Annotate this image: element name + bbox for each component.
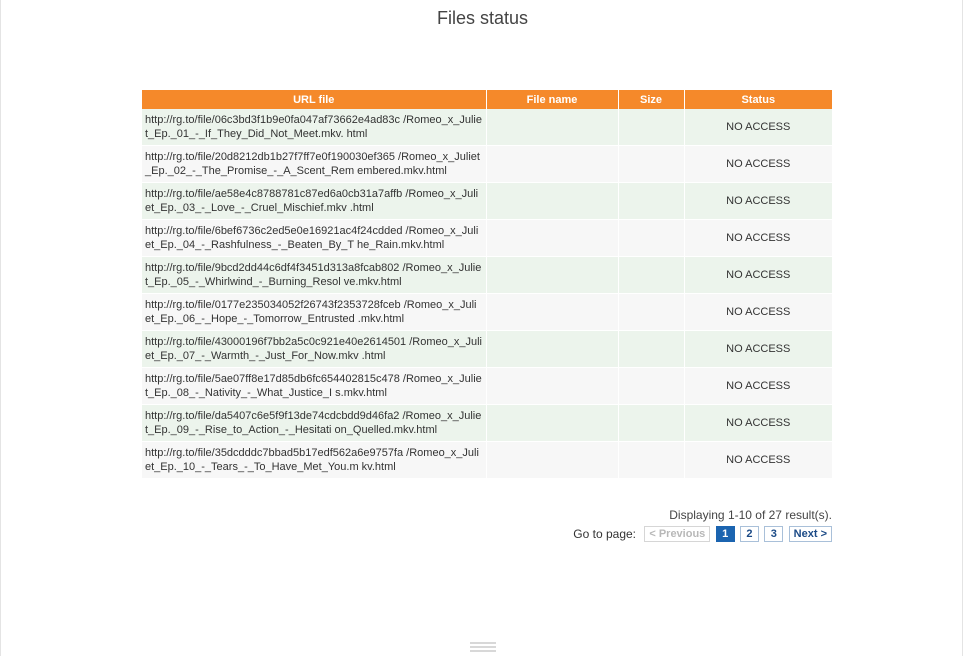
status-cell: NO ACCESS [684, 293, 832, 331]
table-row: http://rg.to/file/20d8212db1b27f7ff7e0f1… [142, 145, 832, 183]
url-cell: http://rg.to/file/5ae07ff8e17d85db6fc654… [142, 367, 487, 405]
size-cell [618, 109, 685, 146]
size-cell [618, 145, 685, 183]
url-cell: http://rg.to/file/06c3bd3f1b9e0fa047af73… [142, 109, 487, 146]
url-cell: http://rg.to/file/0177e235034052f26743f2… [142, 293, 487, 331]
page-title: Files status [436, 8, 529, 28]
table-row: http://rg.to/file/0177e235034052f26743f2… [142, 293, 832, 331]
table-row: http://rg.to/file/9bcd2dd44c6df4f3451d31… [142, 256, 832, 294]
file-name-cell [486, 182, 619, 220]
column-header-file-name: File name [486, 90, 619, 109]
file-name-cell [486, 219, 619, 257]
url-cell: http://rg.to/file/43000196f7bb2a5c0c921e… [142, 330, 487, 368]
status-cell: NO ACCESS [684, 219, 832, 257]
file-name-cell [486, 330, 619, 368]
table-row: http://rg.to/file/35dcdddc7bbad5b17edf56… [142, 441, 832, 479]
size-cell [618, 256, 685, 294]
size-cell [618, 330, 685, 368]
file-name-cell [486, 367, 619, 405]
file-name-cell [486, 145, 619, 183]
file-name-cell [486, 109, 619, 146]
size-cell [618, 367, 685, 405]
url-cell: http://rg.to/file/da5407c6e5f9f13de74cdc… [142, 404, 487, 442]
next-page-button[interactable]: Next > [788, 526, 832, 542]
resize-grip-icon[interactable] [470, 642, 496, 654]
pagination: Go to page: < Previous 1 2 3 Next > [142, 526, 832, 542]
page-2-button[interactable]: 2 [739, 526, 759, 542]
page-frame: Files status URL file File name Size Sta… [0, 0, 963, 656]
status-cell: NO ACCESS [684, 367, 832, 405]
status-cell: NO ACCESS [684, 145, 832, 183]
size-cell [618, 404, 685, 442]
table-row: http://rg.to/file/ae58e4c8788781c87ed6a0… [142, 182, 832, 220]
table-row: http://rg.to/file/5ae07ff8e17d85db6fc654… [142, 367, 832, 405]
table-row: http://rg.to/file/da5407c6e5f9f13de74cdc… [142, 404, 832, 442]
table-row: http://rg.to/file/43000196f7bb2a5c0c921e… [142, 330, 832, 368]
column-header-url: URL file [142, 90, 487, 109]
file-name-cell [486, 441, 619, 479]
size-cell [618, 219, 685, 257]
status-cell: NO ACCESS [684, 182, 832, 220]
url-cell: http://rg.to/file/20d8212db1b27f7ff7e0f1… [142, 145, 487, 183]
size-cell [618, 293, 685, 331]
file-name-cell [486, 404, 619, 442]
page-1-button[interactable]: 1 [715, 526, 735, 542]
status-cell: NO ACCESS [684, 256, 832, 294]
status-cell: NO ACCESS [684, 109, 832, 146]
file-name-cell [486, 256, 619, 294]
status-cell: NO ACCESS [684, 441, 832, 479]
url-cell: http://rg.to/file/ae58e4c8788781c87ed6a0… [142, 182, 487, 220]
file-name-cell [486, 293, 619, 331]
url-cell: http://rg.to/file/9bcd2dd44c6df4f3451d31… [142, 256, 487, 294]
url-cell: http://rg.to/file/35dcdddc7bbad5b17edf56… [142, 441, 487, 479]
table-header-row: URL file File name Size Status [142, 90, 832, 109]
table-row: http://rg.to/file/6bef6736c2ed5e0e16921a… [142, 219, 832, 257]
size-cell [618, 182, 685, 220]
files-table-body: http://rg.to/file/06c3bd3f1b9e0fa047af73… [142, 109, 832, 479]
column-header-status: Status [684, 90, 832, 109]
status-cell: NO ACCESS [684, 330, 832, 368]
table-row: http://rg.to/file/06c3bd3f1b9e0fa047af73… [142, 109, 832, 146]
url-cell: http://rg.to/file/6bef6736c2ed5e0e16921a… [142, 219, 487, 257]
files-table: URL file File name Size Status http://rg… [142, 90, 832, 479]
page-3-button[interactable]: 3 [764, 526, 784, 542]
goto-page-label: Go to page: [573, 527, 636, 541]
size-cell [618, 441, 685, 479]
status-cell: NO ACCESS [684, 404, 832, 442]
column-header-size: Size [618, 90, 685, 109]
previous-page-button[interactable]: < Previous [644, 526, 711, 542]
results-summary: Displaying 1-10 of 27 result(s). [669, 508, 832, 522]
